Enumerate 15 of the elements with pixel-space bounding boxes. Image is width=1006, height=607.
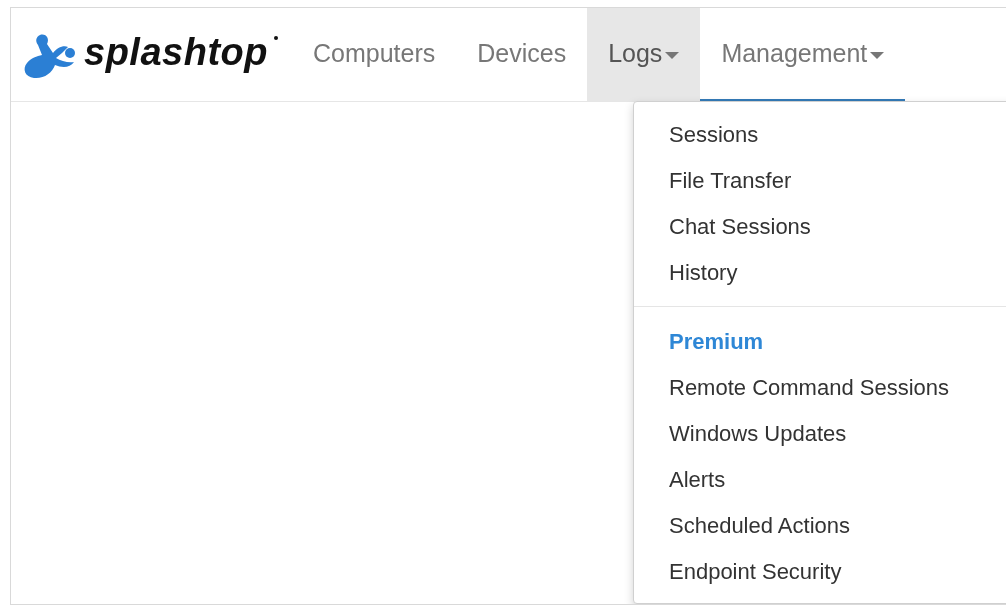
trademark-dot-icon <box>273 36 278 40</box>
menu-item[interactable]: File Transfer <box>634 158 1006 204</box>
menu-item[interactable]: History <box>634 250 1006 296</box>
brand-name: splashtop <box>84 31 268 74</box>
menu-item[interactable]: Alerts <box>634 457 1006 503</box>
nav-link[interactable]: Computers <box>291 8 457 101</box>
menu-section-header: Premium <box>668 328 765 356</box>
menu-item[interactable]: Scheduled Actions <box>634 503 1006 549</box>
menu-item[interactable]: Endpoint Security <box>634 549 1006 595</box>
menu-item[interactable]: Sessions <box>634 112 1006 158</box>
menu-item[interactable]: Windows Updates <box>634 411 1006 457</box>
nav-link[interactable]: Devices <box>456 8 588 101</box>
menu-item[interactable]: Chat Sessions <box>634 204 1006 250</box>
nav-link[interactable]: Logs <box>587 8 701 101</box>
menu-item[interactable]: Remote Command Sessions <box>634 365 1006 411</box>
